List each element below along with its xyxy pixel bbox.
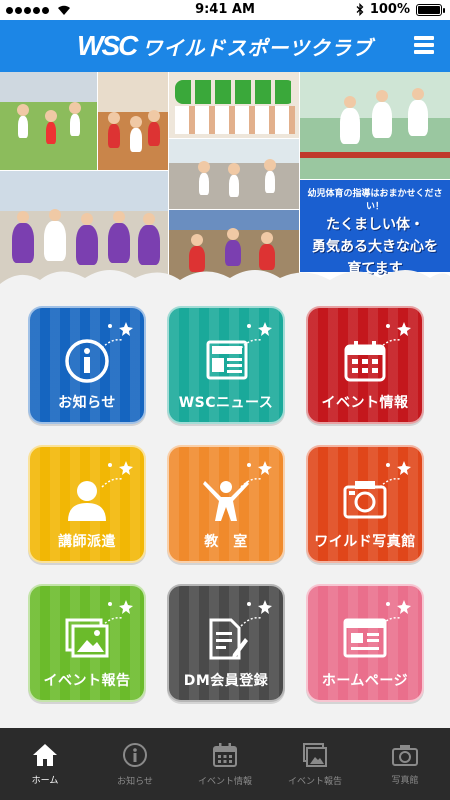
bluetooth-icon [356, 3, 364, 16]
battery-percent: 100% [369, 2, 410, 17]
tile-label: ホームページ [321, 673, 409, 689]
tile-label: お知らせ [58, 395, 116, 411]
hero-photo-race [169, 139, 299, 209]
battery-icon [416, 3, 445, 16]
info-icon [65, 339, 109, 383]
tab-label: ホーム [31, 775, 59, 786]
tab-events[interactable]: イベント情報 [180, 728, 270, 800]
tile-classroom[interactable]: 教 室 [167, 445, 285, 563]
document-pen-icon [209, 618, 248, 660]
tab-news[interactable]: お知らせ [90, 728, 180, 800]
tile-label: イベント情報 [321, 395, 409, 411]
tile-news[interactable]: お知らせ [28, 306, 146, 424]
person-icon [68, 481, 106, 521]
camera-icon [392, 744, 418, 766]
app-logo: WSC ワイルドスポーツクラブ [77, 30, 373, 62]
tab-home[interactable]: ホーム [0, 728, 90, 800]
calendar-icon [344, 341, 386, 382]
webpage-icon [343, 618, 387, 658]
tab-photo-gallery[interactable]: 写真館 [360, 728, 450, 800]
promo-line-2: 勇気ある大きな心を [312, 239, 438, 255]
tile-events[interactable]: イベント情報 [306, 306, 424, 424]
tile-label: ワイルド写真館 [314, 534, 416, 550]
tile-label: 講師派遣 [58, 534, 116, 550]
tile-homepage[interactable]: ホームページ [306, 584, 424, 702]
hamburger-menu-icon[interactable] [414, 36, 434, 54]
tile-event-report[interactable]: イベント報告 [28, 584, 146, 702]
hero-photo-running [0, 72, 97, 170]
tile-label: WSCニュース [178, 395, 274, 411]
hero-photo-gym [98, 72, 168, 170]
tile-wsc-news[interactable]: WSCニュース [167, 306, 285, 424]
promo-line-1: たくましい体・ [326, 217, 424, 233]
logo-name: ワイルドスポーツクラブ [142, 36, 373, 60]
tab-label: イベント報告 [287, 776, 342, 787]
cloud-edge-decoration [0, 270, 450, 292]
camera-icon [343, 481, 387, 519]
status-bar: 9:41 AM 100% [0, 0, 450, 20]
tile-photo-gallery[interactable]: ワイルド写真館 [306, 445, 424, 563]
tile-label: DM会員登録 [183, 673, 269, 689]
promo-tagline: 幼児体育の指導はおまかせください！ [307, 189, 443, 212]
hero-photo-climbing [300, 72, 450, 179]
picture-icon [303, 742, 327, 767]
tab-label: お知らせ [117, 776, 153, 787]
hero-photo-green-hats [169, 72, 299, 138]
logo-mark: WSC [77, 30, 138, 61]
bottom-tab-bar: ホーム お知らせ イベント情報 イベント報告 写真館 [0, 728, 450, 800]
tile-label: 教 室 [204, 534, 248, 550]
info-icon [123, 742, 147, 767]
tile-instructor-dispatch[interactable]: 講師派遣 [28, 445, 146, 563]
app-header: WSC ワイルドスポーツクラブ [0, 20, 450, 72]
home-icon [33, 743, 57, 766]
picture-icon [65, 618, 109, 658]
hero-banner: 幼児体育の指導はおまかせください！ たくましい体・ 勇気ある大きな心を 育てます [0, 72, 450, 292]
tab-label: イベント情報 [197, 776, 252, 787]
newspaper-icon [206, 340, 248, 380]
tab-label: 写真館 [391, 775, 419, 786]
calendar-icon [213, 742, 237, 767]
hero-promo: 幼児体育の指導はおまかせください！ たくましい体・ 勇気ある大きな心を 育てます [300, 180, 450, 277]
tile-dm-registration[interactable]: DM会員登録 [167, 584, 285, 702]
jumping-person-icon [203, 481, 249, 521]
tab-event-report[interactable]: イベント報告 [270, 728, 360, 800]
tile-label: イベント報告 [43, 673, 131, 689]
